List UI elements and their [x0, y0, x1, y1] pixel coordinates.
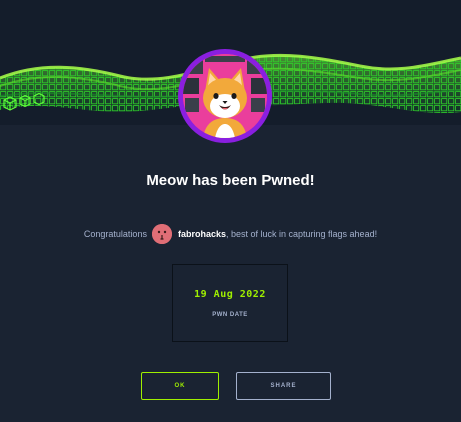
pwn-date-value: 19 Aug 2022 — [194, 289, 266, 300]
cat-icon — [183, 54, 267, 138]
user-avatar-image — [151, 224, 172, 244]
ok-button[interactable]: OK — [141, 372, 219, 400]
congrats-suffix: , best of luck in capturing flags ahead! — [225, 229, 378, 239]
user-avatar-icon[interactable] — [151, 224, 172, 244]
machine-avatar — [178, 49, 272, 143]
pwned-title: Meow has been Pwned! — [146, 172, 315, 189]
machine-avatar-image — [183, 54, 267, 138]
username-link[interactable]: fabrohacks — [178, 229, 226, 239]
congratulations-message: Congratulations fabrohacks , best of luc… — [0, 224, 461, 244]
share-button[interactable]: SHARE — [236, 372, 331, 400]
pwn-date-card: 19 Aug 2022 PWN DATE — [172, 264, 288, 342]
pwn-date-label: PWN DATE — [212, 312, 248, 318]
congrats-prefix: Congratulations — [83, 229, 147, 239]
